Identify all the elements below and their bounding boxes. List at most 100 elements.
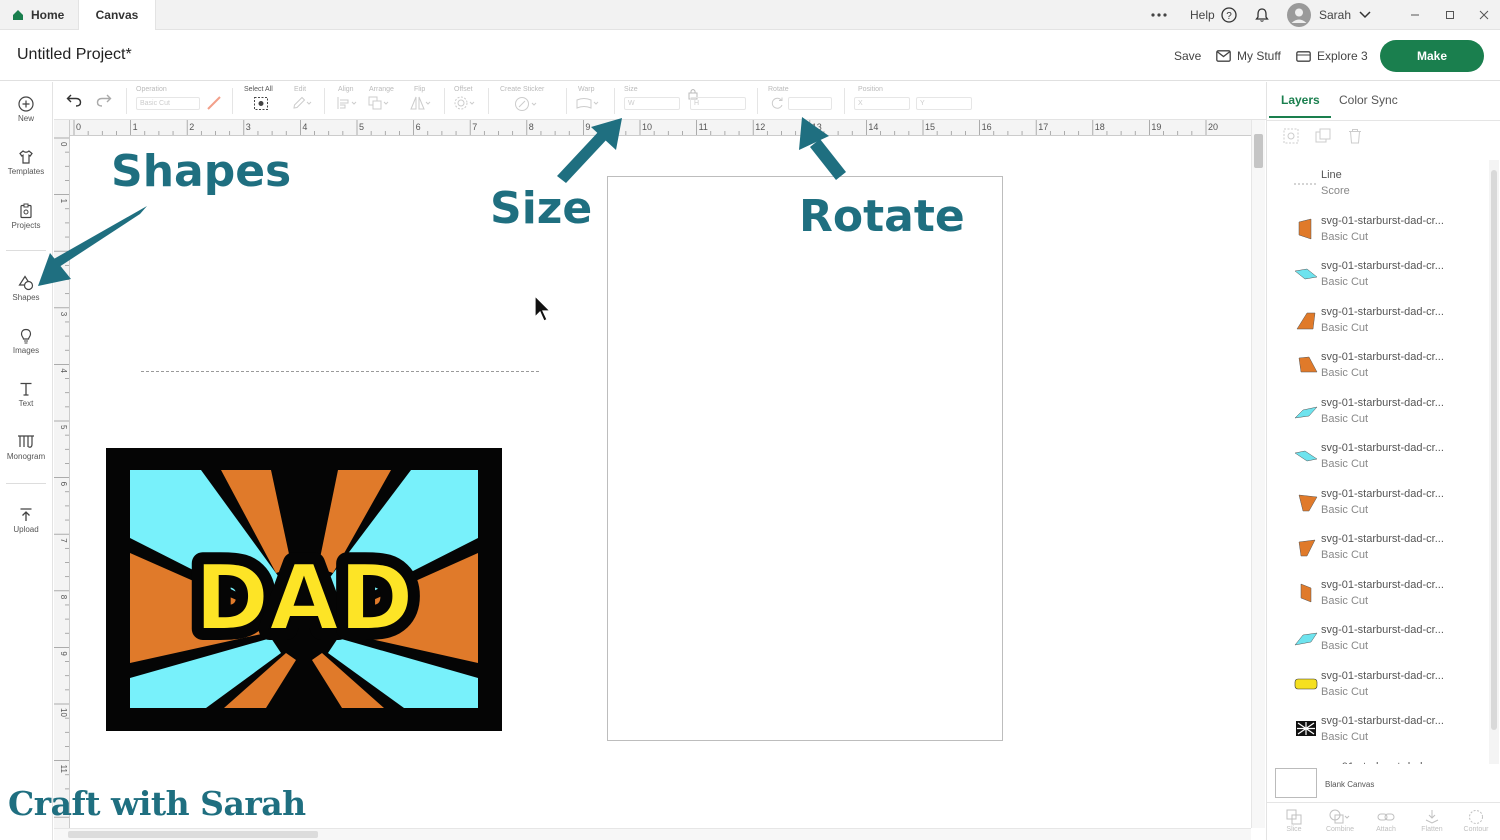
blank-canvas-swatch[interactable] <box>1275 768 1317 798</box>
layer-row[interactable]: svg-01-starburst-dad-cr... Basic Cut <box>1267 342 1487 387</box>
layer-row[interactable]: svg-01-starburst-dad-cr... Basic Cut <box>1267 206 1487 251</box>
layer-row[interactable]: svg-01-starburst-dad-cr... Basic Cut <box>1267 615 1487 660</box>
redo-icon[interactable] <box>96 93 112 107</box>
save-button[interactable]: Save <box>1174 49 1201 63</box>
combine-button[interactable]: Combine <box>1317 809 1363 833</box>
tab-color-sync[interactable]: Color Sync <box>1339 93 1398 107</box>
sticker-icon[interactable] <box>514 96 540 111</box>
maximize-icon[interactable] <box>1445 0 1455 30</box>
layer-row[interactable]: svg-01-starburst-dad-cr... Basic Cut <box>1267 433 1487 478</box>
create-sticker-label: Create Sticker <box>500 86 545 93</box>
select-all-icon[interactable] <box>253 96 269 110</box>
trash-icon[interactable] <box>1347 128 1363 144</box>
offset-icon[interactable] <box>454 96 478 110</box>
my-stuff-button[interactable]: My Stuff <box>1216 49 1281 63</box>
project-title[interactable]: Untitled Project* <box>17 46 132 64</box>
layer-thumbnail <box>1294 450 1318 462</box>
rail-monogram[interactable]: Monogram <box>0 434 52 461</box>
rail-templates[interactable]: Templates <box>0 149 52 176</box>
minimize-icon[interactable] <box>1410 0 1420 30</box>
rail-projects[interactable]: Projects <box>0 203 52 230</box>
operation-label: Operation <box>136 86 167 93</box>
vertical-scrollbar[interactable] <box>1251 120 1265 828</box>
rail-text[interactable]: Text <box>0 381 52 408</box>
dad-starburst-design[interactable]: DAD DAD <box>106 448 502 731</box>
contour-button[interactable]: Contour <box>1453 809 1499 833</box>
layer-row[interactable]: svg-01-starburst-dad-cr... Basic Cut <box>1267 388 1487 433</box>
ruler-label: 4 <box>302 122 307 132</box>
offset-label: Offset <box>454 86 473 93</box>
layer-row[interactable]: svg-01-starburst-dad-cr... Basic Cut <box>1267 661 1487 706</box>
tab-layers[interactable]: Layers <box>1281 93 1320 107</box>
layer-operation: Basic Cut <box>1321 503 1369 516</box>
rotate-icon[interactable] <box>770 96 784 110</box>
scroll-thumb[interactable] <box>1491 170 1497 730</box>
edit-icon[interactable] <box>292 96 312 110</box>
align-icon[interactable] <box>336 96 360 110</box>
layer-name: svg-01-starburst-dad-cr... <box>1321 442 1444 454</box>
x-field[interactable]: X <box>854 96 910 110</box>
attach-button[interactable]: Attach <box>1363 809 1409 833</box>
close-icon[interactable] <box>1479 0 1489 30</box>
machine-selector[interactable]: Explore 3 <box>1296 49 1368 63</box>
notifications-icon[interactable] <box>1254 0 1270 30</box>
layer-thumbnail <box>1296 312 1316 329</box>
tab-canvas[interactable]: Canvas <box>78 0 156 30</box>
layer-row[interactable]: svg-01-starburst-dad-cr... Basic Cut <box>1267 297 1487 342</box>
slice-label: Slice <box>1286 826 1302 833</box>
linetype-color-icon[interactable] <box>206 96 222 110</box>
combine-label: Combine <box>1325 826 1354 833</box>
layer-operation: Basic Cut <box>1321 731 1369 743</box>
width-field[interactable]: W <box>624 96 680 110</box>
ruler-label: 18 <box>1095 122 1105 132</box>
tab-home[interactable]: Home <box>0 0 76 30</box>
duplicate-icon[interactable] <box>1315 128 1331 144</box>
layer-row[interactable]: svg-01-starburst-dad-cr... Basic Cut <box>1267 479 1487 524</box>
y-field[interactable]: Y <box>916 96 972 110</box>
ruler-label: 8 <box>59 595 68 600</box>
layer-row[interactable]: svg-01-starburst-dad-cr... Basic Cut <box>1267 706 1487 751</box>
layer-name: svg-01-starburst-dad-cr... <box>1321 487 1444 500</box>
group-icon[interactable] <box>1283 128 1299 144</box>
slice-button[interactable]: Slice <box>1271 809 1317 833</box>
flatten-button[interactable]: Flatten <box>1409 809 1455 833</box>
tab-bar: Home Canvas Help ? Sarah <box>0 0 1500 30</box>
rail-shapes[interactable]: Shapes <box>0 275 52 302</box>
rail-templates-label: Templates <box>7 167 45 176</box>
rail-images[interactable]: Images <box>0 328 52 355</box>
layers-scrollbar[interactable] <box>1489 160 1499 764</box>
ruler-label: 6 <box>59 482 68 487</box>
arrange-icon[interactable] <box>368 96 392 110</box>
flip-icon[interactable] <box>410 96 434 110</box>
layer-thumbnail <box>1294 678 1318 689</box>
height-field[interactable]: H <box>690 96 746 110</box>
rail-upload-label: Upload <box>13 525 39 534</box>
make-button[interactable]: Make <box>1380 40 1484 72</box>
undo-icon[interactable] <box>66 93 82 107</box>
left-rail: New Templates Projects Shapes Images Tex… <box>0 82 53 840</box>
scroll-thumb[interactable] <box>68 831 318 838</box>
layer-thumbnail <box>1294 183 1318 185</box>
ruler-label: 11 <box>699 122 708 132</box>
rail-upload[interactable]: Upload <box>0 507 52 534</box>
layer-row[interactable]: svg-01-starburst-dad-cr... Basic Cut <box>1267 570 1487 615</box>
warp-icon[interactable] <box>576 96 602 110</box>
rail-new[interactable]: New <box>0 96 52 123</box>
layer-row[interactable]: svg-01-starburst-dad-cr... Basic Cut <box>1267 251 1487 296</box>
user-menu[interactable]: Sarah <box>1287 0 1371 30</box>
ruler-label: 7 <box>472 122 477 132</box>
layer-row[interactable]: svg-01-starburst-dad-cr... <box>1267 752 1487 765</box>
scroll-thumb[interactable] <box>1254 134 1263 168</box>
score-line[interactable] <box>141 371 539 372</box>
slice-icon <box>1286 809 1302 825</box>
layer-row[interactable]: svg-01-starburst-dad-cr... Basic Cut <box>1267 524 1487 569</box>
help-button[interactable]: Help ? <box>1190 0 1237 30</box>
operation-select[interactable]: Basic Cut <box>136 96 200 110</box>
layer-row[interactable]: Line Score <box>1267 160 1487 205</box>
operation-value: Basic Cut <box>136 96 200 110</box>
more-menu-icon[interactable] <box>1150 0 1168 30</box>
blank-canvas-mat[interactable] <box>607 176 1003 741</box>
rotate-field[interactable] <box>788 96 832 110</box>
monogram-icon <box>18 435 34 448</box>
horizontal-scrollbar[interactable] <box>54 828 1251 840</box>
